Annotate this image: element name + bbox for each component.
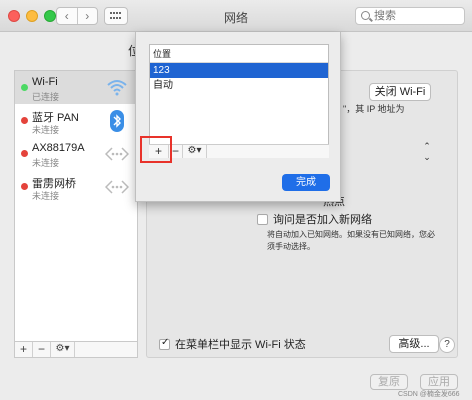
service-name: Wi-Fi (32, 76, 58, 88)
locations-header: 位置 (150, 45, 328, 63)
ask-join-row: 询问是否加入新网络 (257, 211, 372, 227)
zoom-window-button[interactable] (44, 10, 56, 22)
service-status: 未连接 (32, 125, 60, 135)
ask-join-hint: 将自动加入已知网络。如果没有已知网络，您必须手动选择。 (267, 230, 435, 251)
wifi-icon (107, 80, 127, 96)
minimize-window-button[interactable] (26, 10, 38, 22)
service-name: AX88179A (32, 142, 85, 154)
status-dot (21, 150, 28, 157)
service-item-bluetooth[interactable]: 蓝牙 PAN 未连接 (15, 104, 137, 137)
nav-arrows: ‹ › (56, 7, 98, 25)
location-gear-menu[interactable]: ⚙︎▾ (183, 145, 207, 158)
watermark: CSDN @楠金发666 (398, 391, 460, 398)
service-list: Wi-Fi 已连接 蓝牙 PAN 未连接 AX88179A 未连接 雷雳网桥 未… (14, 70, 138, 342)
done-button[interactable]: 完成 (282, 174, 330, 191)
apply-button[interactable]: 应用 (420, 374, 458, 390)
grid-icon (110, 12, 122, 20)
search-icon (361, 11, 370, 20)
turn-off-wifi-button[interactable]: 关闭 Wi-Fi (369, 83, 431, 101)
search-input[interactable] (374, 9, 462, 23)
service-item-ax88179a[interactable]: AX88179A 未连接 (15, 137, 137, 170)
show-menubar-label: 在菜单栏中显示 Wi-Fi 状态 (175, 339, 306, 351)
service-status: 已连接 (32, 92, 60, 102)
status-dot (21, 183, 28, 190)
locations-toolbar: + − ⚙︎▾ (149, 144, 329, 158)
advanced-button[interactable]: 高级... (389, 335, 439, 353)
help-button[interactable]: ? (439, 337, 455, 353)
service-gear-menu[interactable]: ⚙︎▾ (51, 342, 75, 357)
remove-service-button[interactable]: − (33, 342, 51, 357)
ip-address-text: "，其 IP 地址为 (343, 104, 405, 114)
show-menubar-row: 在菜单栏中显示 Wi-Fi 状态 (159, 336, 306, 352)
back-arrow-icon[interactable]: ‹ (57, 8, 78, 24)
ethernet-icon (105, 180, 129, 194)
add-service-button[interactable]: + (15, 342, 33, 357)
add-location-highlight (140, 136, 172, 163)
service-item-thunderbolt-bridge[interactable]: 雷雳网桥 未连接 (15, 170, 137, 203)
forward-arrow-icon[interactable]: › (78, 8, 98, 24)
show-menubar-checkbox[interactable] (159, 337, 170, 350)
service-list-toolbar: + − ⚙︎▾ (14, 342, 138, 358)
ask-join-checkbox[interactable] (257, 213, 268, 225)
network-name-dropdown-icon[interactable]: ⌃ ⌄ (421, 141, 433, 162)
status-dot (21, 84, 28, 91)
bluetooth-icon (110, 110, 124, 132)
close-window-button[interactable] (8, 10, 20, 22)
search-box[interactable] (355, 7, 465, 25)
revert-button[interactable]: 复原 (370, 374, 408, 390)
edit-locations-sheet: 位置 123 自动 + − ⚙︎▾ 完成 (135, 32, 341, 202)
service-status: 未连接 (32, 158, 60, 168)
title-bar: ‹ › 网络 (0, 0, 472, 32)
ethernet-icon (105, 147, 129, 161)
status-dot (21, 117, 28, 124)
location-item-auto[interactable]: 自动 (150, 78, 328, 93)
location-item-123[interactable]: 123 (150, 63, 328, 78)
locations-list: 位置 123 自动 (149, 44, 329, 158)
service-item-wifi[interactable]: Wi-Fi 已连接 (15, 71, 137, 104)
show-all-button[interactable] (104, 7, 128, 25)
service-status: 未连接 (32, 191, 60, 201)
ask-join-label: 询问是否加入新网络 (273, 214, 372, 226)
